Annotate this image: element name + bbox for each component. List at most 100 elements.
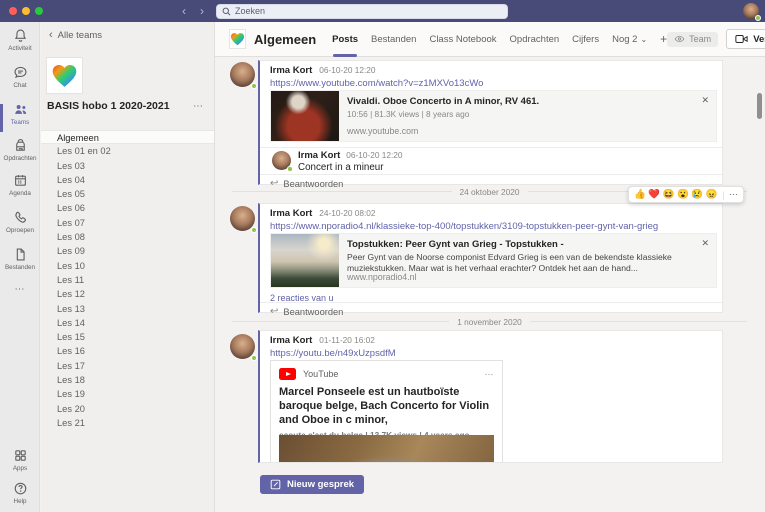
reply-author[interactable]: Irma Kort [298, 150, 340, 161]
reaction-emoji[interactable]: 😮 [677, 190, 689, 200]
reaction-emoji[interactable]: 👍 [634, 190, 646, 200]
video-thumbnail[interactable] [279, 435, 494, 463]
tab-posts[interactable]: Posts [332, 22, 358, 57]
tab-files[interactable]: Bestanden [371, 22, 416, 57]
provider-label: YouTube [303, 369, 485, 379]
message-author[interactable]: Irma Kort [270, 65, 312, 76]
channel-item[interactable]: Les 06 [41, 201, 214, 215]
history-back-button[interactable]: ‹ [178, 3, 190, 19]
team-more-options-icon[interactable]: ⋯ [193, 101, 208, 112]
tab-assignments[interactable]: Opdrachten [510, 22, 560, 57]
link-preview-card[interactable]: Vivaldi. Oboe Concerto in A minor, RV 46… [270, 90, 717, 142]
search-box[interactable] [216, 4, 508, 19]
window-zoom-button[interactable] [35, 7, 43, 15]
reaction-emoji[interactable]: 😆 [663, 190, 675, 200]
reaction-bar: 👍❤️😆😮😢😠 | ⋯ [628, 186, 744, 203]
window-close-button[interactable] [9, 7, 17, 15]
channel-item[interactable]: Les 21 [41, 416, 214, 430]
card-more-options-icon[interactable]: ⋯ [485, 369, 495, 380]
preview-thumbnail [271, 91, 339, 141]
preview-title[interactable]: Topstukken: Peer Gynt van Grieg - Topstu… [347, 239, 690, 250]
scrollbar-thumb[interactable] [757, 93, 762, 119]
rail-item-assignments[interactable]: Opdrachten [0, 138, 40, 170]
rail-item-help[interactable]: Help [0, 481, 40, 512]
channel-item[interactable]: Les 14 [41, 316, 214, 330]
channel-item[interactable]: Les 15 [41, 330, 214, 344]
message-author[interactable]: Irma Kort [270, 335, 312, 346]
youtube-logo-icon [279, 368, 296, 380]
team-sidebar: ‹ Alle teams BASIS hobo 1 2020-2021 ⋯ Al… [41, 22, 215, 512]
team-name: BASIS hobo 1 2020-2021 [47, 100, 193, 112]
back-to-all-teams[interactable]: ‹ Alle teams [49, 29, 102, 41]
channel-item[interactable]: Les 12 [41, 287, 214, 301]
channel-item[interactable]: Les 17 [41, 359, 214, 373]
compose-area: Nieuw gesprek [215, 463, 765, 512]
youtube-player-card[interactable]: YouTube ⋯ Marcel Ponseele est un hautboï… [270, 360, 503, 463]
link-preview-card[interactable]: Topstukken: Peer Gynt van Grieg - Topstu… [270, 233, 717, 288]
new-conversation-button[interactable]: Nieuw gesprek [260, 475, 364, 494]
rail-item-chat[interactable]: Chat [0, 65, 40, 97]
tab-class-notebook[interactable]: Class Notebook [429, 22, 496, 57]
avatar[interactable] [230, 62, 255, 87]
reply-timestamp: 06-10-20 12:20 [346, 150, 402, 160]
rail-more-apps-icon[interactable]: ⋯ [0, 284, 40, 295]
channel-item[interactable]: Les 19 [41, 387, 214, 401]
channel-item[interactable]: Les 20 [41, 402, 214, 416]
search-icon [222, 7, 231, 16]
tab-grades[interactable]: Cijfers [572, 22, 599, 57]
add-tab-button[interactable]: + [660, 22, 667, 57]
compose-icon [270, 479, 281, 490]
channel-team-logo [229, 29, 246, 49]
search-input[interactable] [235, 6, 502, 16]
user-avatar[interactable] [743, 3, 759, 19]
team-logo[interactable] [46, 57, 83, 94]
channel-item[interactable]: Les 18 [41, 373, 214, 387]
reaction-emoji[interactable]: 😢 [691, 190, 703, 200]
reaction-emoji[interactable]: 😠 [706, 190, 718, 200]
rail-item-files[interactable]: Bestanden [0, 247, 40, 279]
rail-item-calendar[interactable]: Agenda [0, 173, 40, 205]
reaction-more-icon[interactable]: ⋯ [729, 189, 739, 200]
close-icon[interactable]: ✕ [701, 238, 709, 249]
channel-item[interactable]: Algemeen [41, 130, 214, 144]
channel-item[interactable]: Les 03 [41, 159, 214, 173]
rail-item-teams[interactable]: Teams [0, 102, 40, 134]
avatar[interactable] [230, 334, 255, 359]
channel-item[interactable]: Les 01 en 02 [41, 144, 214, 158]
history-forward-button[interactable]: › [196, 3, 208, 19]
presence-indicator [755, 15, 761, 21]
message-author[interactable]: Irma Kort [270, 208, 312, 219]
tab-more[interactable]: Nog 2⌄ [612, 22, 647, 57]
app-rail: Activiteit Chat Teams Opdrachten Agenda … [0, 22, 40, 512]
rail-item-label: Apps [13, 465, 27, 472]
message-link[interactable]: https://youtu.be/n49xUzpsdfM [260, 346, 722, 359]
channel-item[interactable]: Les 16 [41, 344, 214, 358]
channel-item[interactable]: Les 13 [41, 302, 214, 316]
rail-item-calls[interactable]: Oproepen [0, 210, 40, 242]
divider: | [722, 190, 724, 200]
message-link[interactable]: https://www.youtube.com/watch?v=z1MXVo13… [260, 76, 722, 89]
channel-item[interactable]: Les 11 [41, 273, 214, 287]
meet-now-button[interactable]: Vergaderen [727, 30, 765, 48]
channel-item[interactable]: Les 05 [41, 187, 214, 201]
avatar[interactable] [272, 151, 291, 170]
close-icon[interactable]: ✕ [701, 95, 709, 106]
apps-grid-icon [13, 448, 28, 463]
rail-item-apps[interactable]: Apps [0, 448, 40, 480]
video-title[interactable]: Marcel Ponseele est un hautboïste baroqu… [271, 380, 502, 427]
message-feed[interactable]: Irma Kort 06-10-20 12:20 https://www.you… [215, 57, 765, 463]
channel-item[interactable]: Les 10 [41, 259, 214, 273]
channel-item[interactable]: Les 04 [41, 173, 214, 187]
avatar[interactable] [230, 206, 255, 231]
channel-item[interactable]: Les 08 [41, 230, 214, 244]
window-minimize-button[interactable] [22, 7, 30, 15]
channel-item[interactable]: Les 09 [41, 244, 214, 258]
preview-title[interactable]: Vivaldi. Oboe Concerto in A minor, RV 46… [347, 96, 690, 107]
channel-list: AlgemeenLes 01 en 02Les 03Les 04Les 05Le… [41, 130, 214, 430]
heart-collage-icon [51, 63, 78, 88]
message-timestamp: 06-10-20 12:20 [319, 65, 375, 75]
channel-item[interactable]: Les 07 [41, 216, 214, 230]
message-link[interactable]: https://www.nporadio4.nl/klassieke-top-4… [260, 219, 722, 232]
rail-item-activity[interactable]: Activiteit [0, 28, 40, 60]
reaction-emoji[interactable]: ❤️ [648, 190, 660, 200]
